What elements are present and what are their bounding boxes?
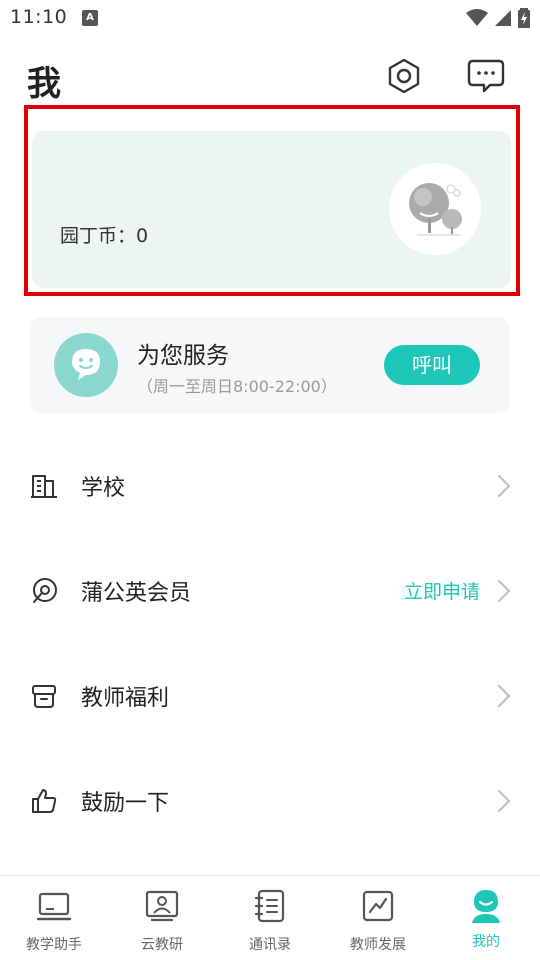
wifi-icon	[466, 9, 488, 26]
menu-label-membership: 蒲公英会员	[81, 581, 192, 606]
coin-balance: 园丁币：0	[60, 225, 149, 247]
smiley-chat-icon	[54, 333, 118, 397]
status-time: 11:10	[10, 6, 68, 28]
profile-icon	[472, 890, 500, 923]
thumbs-up-icon	[32, 789, 57, 813]
chevron-right-icon	[497, 474, 511, 498]
nav-tab-profile[interactable]: 我的	[432, 876, 540, 960]
nav-label-profile: 我的	[472, 934, 500, 950]
menu-item-welfare[interactable]: 教师福利	[0, 656, 540, 736]
member-badge-icon	[33, 578, 57, 603]
messages-button[interactable]	[467, 58, 505, 94]
nav-label-contacts: 通讯录	[249, 937, 291, 953]
building-icon	[31, 475, 57, 498]
notification-icon: A	[82, 10, 98, 26]
status-indicators	[466, 8, 530, 28]
page-title: 我	[27, 64, 61, 104]
apply-now-link[interactable]: 立即申请	[404, 577, 480, 604]
battery-icon	[518, 8, 530, 28]
coin-card[interactable]: 园丁币：0	[32, 131, 511, 288]
nav-label-teacher-development: 教师发展	[350, 937, 406, 953]
service-card: 为您服务 （周一至周日8:00-22:00） 呼叫	[30, 317, 510, 413]
call-button[interactable]: 呼叫	[384, 345, 480, 385]
chevron-right-icon	[497, 579, 511, 603]
nav-tab-teaching-assistant[interactable]: 教学助手	[0, 876, 108, 960]
service-title: 为您服务	[137, 343, 229, 369]
nav-label-teaching-assistant: 教学助手	[26, 937, 82, 953]
hexagon-settings-icon	[388, 58, 420, 94]
menu-item-school[interactable]: 学校	[0, 446, 540, 526]
menu-label-school: 学校	[81, 476, 126, 501]
menu-item-membership[interactable]: 蒲公英会员 立即申请	[0, 551, 540, 631]
teacher-board-icon	[145, 890, 179, 922]
menu-label-encourage: 鼓励一下	[81, 791, 170, 816]
gift-box-icon	[32, 685, 56, 708]
nav-tab-contacts[interactable]: 通讯录	[216, 876, 324, 960]
tree-avatar-icon	[389, 163, 481, 255]
menu-label-welfare: 教师福利	[81, 686, 170, 711]
bottom-nav: 教学助手 云教研 通讯录 教师发展 我的	[0, 875, 540, 960]
laptop-icon	[36, 892, 72, 921]
nav-tab-teacher-development[interactable]: 教师发展	[324, 876, 432, 960]
chevron-right-icon	[497, 684, 511, 708]
nav-tab-cloud-research[interactable]: 云教研	[108, 876, 216, 960]
service-hours: （周一至周日8:00-22:00）	[137, 377, 337, 396]
contacts-book-icon	[254, 889, 285, 923]
nav-label-cloud-research: 云教研	[141, 937, 183, 953]
status-bar: 11:10 A	[0, 0, 540, 36]
chevron-right-icon	[497, 789, 511, 813]
signal-icon	[495, 10, 511, 26]
menu-item-encourage[interactable]: 鼓励一下	[0, 761, 540, 841]
growth-chart-icon	[362, 890, 394, 922]
chat-bubble-icon	[467, 59, 505, 93]
settings-button[interactable]	[386, 58, 422, 94]
